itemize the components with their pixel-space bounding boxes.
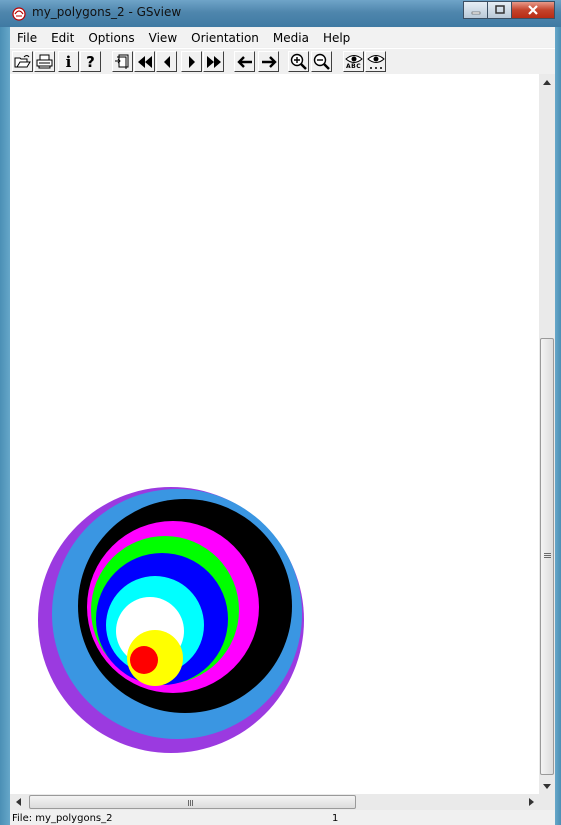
next-page-button[interactable] — [181, 51, 202, 72]
window-frame-right — [555, 27, 561, 825]
title-bar: my_polygons_2 - GSview — [0, 0, 561, 27]
maximize-button[interactable] — [487, 1, 512, 19]
window-controls — [463, 1, 555, 20]
window-title: my_polygons_2 - GSview — [32, 5, 182, 19]
chevron-down-icon — [543, 783, 551, 789]
concentric-circles-drawing — [38, 487, 304, 753]
toolbar: i ? ABC — [10, 48, 555, 75]
view-dots-icon — [366, 54, 385, 69]
scroll-right-button[interactable] — [523, 794, 539, 810]
view-text-icon: ABC — [346, 63, 362, 70]
minimize-button[interactable] — [463, 1, 488, 19]
back-button[interactable] — [234, 51, 255, 72]
circle-10 — [130, 646, 158, 674]
document-viewport[interactable] — [10, 74, 539, 794]
last-page-button[interactable] — [203, 51, 224, 72]
vertical-scroll-thumb[interactable] — [540, 338, 554, 775]
zoom-in-button[interactable] — [288, 51, 309, 72]
chevron-left-icon — [15, 798, 21, 806]
scroll-down-button[interactable] — [539, 778, 555, 794]
scroll-left-button[interactable] — [10, 794, 26, 810]
horizontal-scroll-thumb[interactable] — [29, 795, 356, 809]
forward-button[interactable] — [258, 51, 279, 72]
help-button[interactable]: ? — [80, 51, 101, 72]
menu-bar: File Edit Options View Orientation Media… — [10, 28, 555, 47]
minimize-icon — [471, 11, 480, 15]
maximize-icon — [494, 5, 505, 14]
first-page-icon — [137, 55, 152, 68]
menu-media[interactable]: Media — [266, 31, 316, 45]
next-page-icon — [188, 55, 195, 68]
help-icon: ? — [86, 52, 95, 71]
previous-page-button[interactable] — [156, 51, 177, 72]
print-icon — [36, 54, 53, 69]
last-page-icon — [206, 55, 221, 68]
info-button[interactable]: i — [58, 51, 79, 72]
menu-edit[interactable]: Edit — [44, 31, 81, 45]
status-page-number: 1 — [332, 813, 339, 824]
zoom-out-icon — [313, 53, 330, 70]
menu-view[interactable]: View — [142, 31, 184, 45]
chevron-right-icon — [528, 798, 534, 806]
menu-help[interactable]: Help — [316, 31, 357, 45]
zoom-out-button[interactable] — [311, 51, 332, 72]
window-frame-left — [0, 27, 10, 825]
open-file-icon — [14, 55, 31, 68]
menu-options[interactable]: Options — [81, 31, 141, 45]
info-icon: i — [65, 52, 72, 71]
goto-page-icon — [115, 54, 129, 69]
chevron-up-icon — [543, 79, 551, 85]
zoom-in-icon — [290, 53, 307, 70]
print-button[interactable] — [34, 51, 55, 72]
gsview-app-icon — [12, 7, 26, 21]
close-button[interactable] — [511, 1, 555, 19]
menu-file[interactable]: File — [10, 31, 44, 45]
menu-orientation[interactable]: Orientation — [184, 31, 266, 45]
view-dots-button[interactable] — [365, 51, 386, 72]
goto-page-button[interactable] — [112, 51, 133, 72]
scroll-up-button[interactable] — [539, 74, 555, 90]
status-file-name: File: my_polygons_2 — [12, 813, 113, 824]
status-bar: File: my_polygons_2 1 — [10, 811, 555, 825]
close-icon — [528, 5, 538, 15]
view-text-button[interactable]: ABC — [343, 51, 364, 72]
vertical-scrollbar[interactable] — [539, 74, 555, 794]
horizontal-scrollbar[interactable] — [10, 794, 555, 810]
open-button[interactable] — [12, 51, 33, 72]
forward-arrow-icon — [261, 55, 277, 68]
first-page-button[interactable] — [134, 51, 155, 72]
previous-page-icon — [163, 55, 170, 68]
back-arrow-icon — [236, 55, 252, 68]
